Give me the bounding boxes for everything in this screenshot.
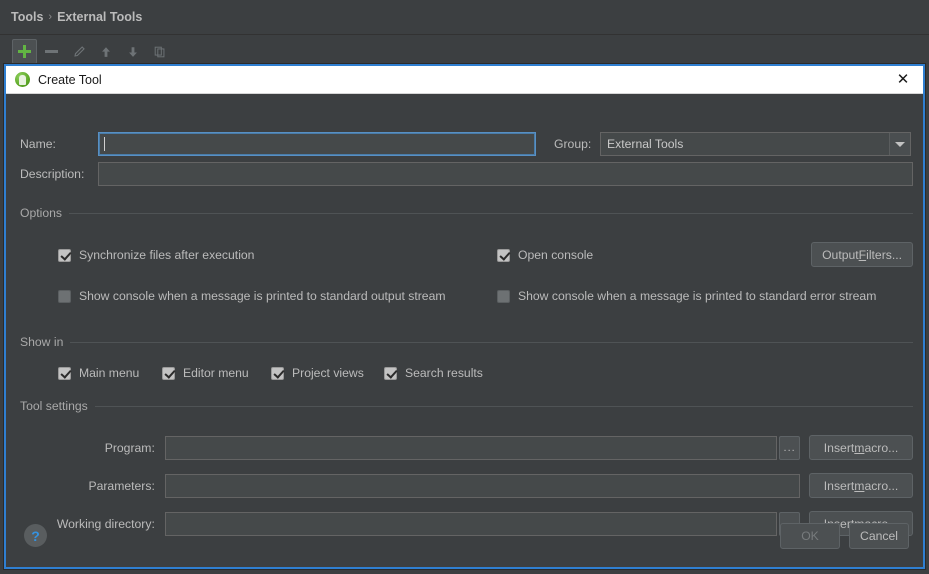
checkbox-label: Search results [405,366,483,380]
show-in-section-title: Show in [20,335,64,349]
macro-mnemonic: m [854,440,865,455]
macro-post: acro... [864,478,899,493]
arrow-down-icon [128,46,137,57]
copy-icon [154,46,164,57]
options-section-title: Options [20,206,63,220]
description-row: Description: [20,162,913,186]
section-divider [69,212,913,214]
help-icon[interactable]: ? [24,524,47,547]
show-in-section: Show in Main menu Editor menu Project vi [20,335,913,389]
checkbox-project-views[interactable]: Project views [271,366,364,380]
group-select-value: External Tools [607,137,684,151]
name-label: Name: [20,137,56,151]
tool-settings-section-header: Tool settings [20,399,913,413]
breadcrumb-root[interactable]: Tools [11,10,43,24]
checkbox-synchronize-files[interactable]: Synchronize files after execution [58,248,254,262]
program-insert-macro-button[interactable]: Insert m acro... [809,435,914,460]
move-up-button[interactable] [93,39,118,64]
external-tools-toolbar [0,34,929,68]
checkbox-label: Editor menu [183,366,249,380]
dialog-body: Name: Group: External Tools Description: [6,94,923,567]
create-tool-dialog: Create Tool ✕ Name: Group: External Tool… [4,64,925,569]
dialog-footer: ? OK Cancel [6,511,923,567]
checkbox-main-menu[interactable]: Main menu [58,366,139,380]
program-input[interactable] [164,435,778,460]
options-section-header: Options [20,206,913,220]
description-label: Description: [20,167,85,181]
checkbox-label: Open console [518,248,594,262]
parameters-input[interactable] [164,473,801,498]
breadcrumb-current: External Tools [57,10,143,24]
tool-settings-section-title: Tool settings [20,399,88,413]
checkbox-checked-icon [497,248,510,262]
output-filters-pre: Output [822,247,859,262]
checkbox-checked-icon [58,366,71,380]
ok-button[interactable]: OK [780,523,840,549]
name-row: Name: Group: External Tools [20,132,913,156]
name-input[interactable] [98,132,536,156]
text-caret [104,137,105,151]
screen: Tools › External Tools Create Tool ✕ Nam… [0,0,929,574]
options-section: Options Synchronize files after executio… [20,206,913,304]
chevron-down-icon[interactable] [889,133,910,155]
breadcrumb: Tools › External Tools [11,10,142,24]
checkbox-label: Show console when a message is printed t… [79,289,446,303]
plus-icon [18,45,31,58]
remove-button[interactable] [39,39,64,64]
minus-icon [45,50,58,53]
checkbox-show-console-stderr[interactable]: Show console when a message is printed t… [497,289,876,303]
dialog-titlebar: Create Tool ✕ [6,66,923,94]
checkbox-open-console[interactable]: Open console [497,248,593,262]
description-input[interactable] [98,162,913,186]
group-label: Group: [554,137,592,151]
program-browse-button[interactable]: ... [779,435,801,460]
parameters-row: Parameters: Insert m acro... [20,473,914,498]
edit-button[interactable] [66,39,91,64]
move-down-button[interactable] [120,39,145,64]
checkbox-checked-icon [162,366,175,380]
arrow-up-icon [101,46,110,57]
checkbox-checked-icon [58,248,71,262]
checkbox-editor-menu[interactable]: Editor menu [162,366,249,380]
checkbox-checked-icon [271,366,284,380]
checkbox-label: Synchronize files after execution [79,248,255,262]
section-divider [94,405,913,407]
checkbox-show-console-stdout[interactable]: Show console when a message is printed t… [58,289,446,303]
checkbox-unchecked-icon [58,289,71,303]
macro-post: acro... [864,440,899,455]
section-divider [70,341,913,343]
parameters-insert-macro-button[interactable]: Insert m acro... [809,473,914,498]
copy-button[interactable] [147,39,172,64]
macro-pre: Insert [823,478,855,493]
breadcrumb-separator-icon: › [48,11,53,23]
pencil-icon [73,45,85,57]
group-select[interactable]: External Tools [600,132,911,156]
parameters-label: Parameters: [88,478,155,493]
checkbox-checked-icon [384,366,397,380]
output-filters-button[interactable]: Output Filters... [811,242,913,267]
add-button[interactable] [12,39,37,64]
program-row: Program: ... Insert m acro... [20,435,914,460]
checkbox-unchecked-icon [497,289,510,303]
output-filters-post: ilters... [866,247,902,262]
output-filters-mnemonic: F [858,247,867,262]
show-in-section-header: Show in [20,335,913,349]
dialog-title: Create Tool [38,72,102,87]
checkbox-search-results[interactable]: Search results [384,366,483,380]
checkbox-label: Show console when a message is printed t… [518,289,877,303]
app-logo-icon [15,72,30,87]
cancel-button[interactable]: Cancel [849,523,909,549]
macro-mnemonic: m [854,478,865,493]
macro-pre: Insert [823,440,855,455]
checkbox-label: Main menu [79,366,140,380]
checkbox-label: Project views [292,366,364,380]
program-label: Program: [104,440,155,455]
close-icon[interactable]: ✕ [889,68,917,92]
